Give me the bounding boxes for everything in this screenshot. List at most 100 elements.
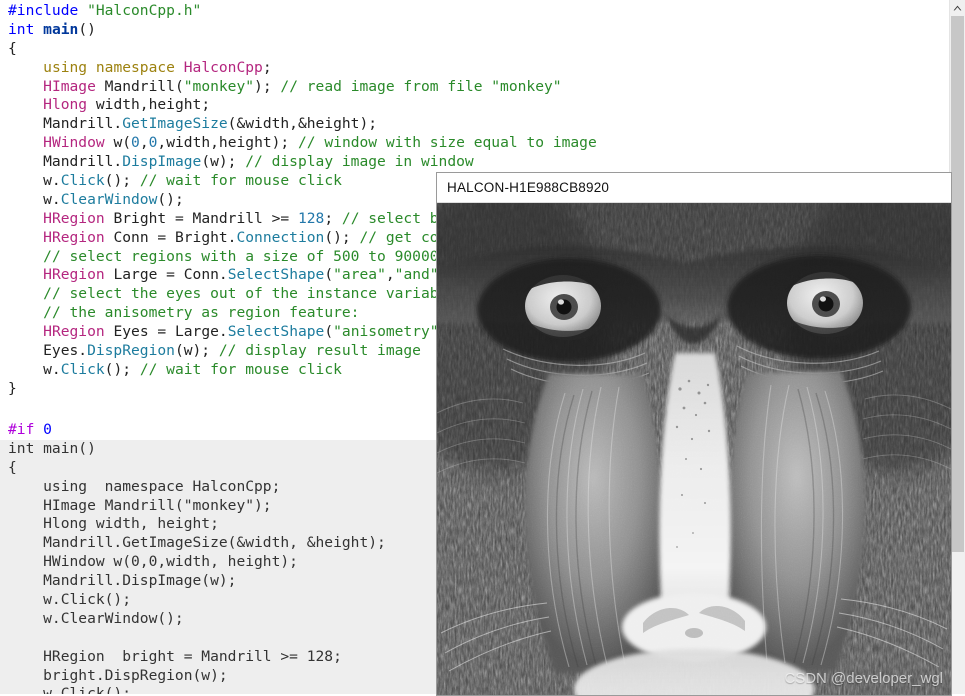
code-line[interactable]: HWindow w(0,0,width,height); // window w…	[0, 134, 950, 153]
code-token: // wait for mouse click	[139, 172, 342, 190]
halcon-graphics-window[interactable]: HALCON-H1E988CB8920 CSDN @developer_wgl	[436, 172, 952, 696]
code-token: using namespace	[43, 58, 184, 76]
code-token: );	[254, 77, 281, 95]
code-token: #include	[8, 2, 88, 19]
code-token: Mandrill.GetImageSize(&width, &height);	[8, 534, 386, 552]
code-token: "HalconCpp.h"	[87, 2, 202, 19]
code-token: HRegion	[43, 228, 105, 246]
code-token: {	[8, 39, 17, 57]
code-token: 0	[131, 134, 140, 152]
code-token: // display result image	[218, 342, 421, 360]
code-token: Mandrill.DispImage(w);	[8, 572, 237, 590]
code-token: 128	[297, 209, 325, 227]
code-token: (&width,&height);	[227, 115, 378, 133]
code-token: ,width,height);	[157, 134, 299, 152]
code-token: Hlong width, height;	[8, 515, 219, 533]
code-token: Conn = Bright.	[104, 228, 237, 246]
code-token: "monkey"	[183, 77, 255, 95]
code-token: HWindow w(0,0,width, height);	[8, 553, 298, 571]
code-token: w(	[104, 134, 132, 152]
code-token: ();	[157, 190, 184, 208]
code-token: GetImageSize	[122, 115, 228, 133]
code-line[interactable]: Mandrill.GetImageSize(&width,&height);	[0, 115, 950, 134]
code-token: width,height;	[87, 96, 211, 114]
code-token: ();	[104, 360, 140, 378]
code-token: {	[8, 458, 17, 476]
code-token: HImage	[43, 77, 96, 95]
code-token: ClearWindow	[60, 190, 158, 208]
code-token: ;	[324, 209, 342, 227]
scrollbar-thumb[interactable]	[951, 16, 964, 552]
code-token: w.Click();	[8, 591, 132, 609]
code-token: ;	[262, 58, 272, 76]
code-token: // the anisometry as region feature:	[43, 304, 360, 322]
code-token: int main()	[8, 439, 96, 457]
code-token: "area"	[333, 266, 386, 284]
code-line[interactable]: int main()	[0, 21, 950, 40]
code-token: HRegion	[43, 209, 105, 227]
code-token: ();	[104, 172, 140, 190]
code-token: ();	[324, 228, 360, 246]
code-token: // window with size equal to image	[298, 134, 597, 152]
code-token: (	[324, 266, 334, 284]
code-token: Eyes = Large.	[104, 323, 228, 341]
code-token: ,	[139, 134, 149, 152]
code-token: "anisometry"	[333, 323, 439, 341]
halcon-image-canvas[interactable]: CSDN @developer_wgl	[437, 203, 951, 695]
code-token: SelectShape	[227, 323, 325, 341]
code-token: using namespace HalconCpp;	[8, 477, 281, 495]
halcon-window-title: HALCON-H1E988CB8920	[447, 180, 610, 195]
mandrill-image	[437, 203, 951, 695]
code-token: Bright = Mandrill >=	[104, 209, 298, 227]
code-token: // read image from file "monkey"	[280, 77, 562, 95]
code-token: HRegion	[43, 323, 105, 341]
code-token: HImage Mandrill("monkey");	[8, 496, 272, 514]
code-line[interactable]: HImage Mandrill("monkey"); // read image…	[0, 78, 950, 97]
code-token: // wait for mouse click	[139, 360, 342, 378]
code-token: HalconCpp	[183, 58, 263, 76]
code-line[interactable]: {	[0, 40, 950, 59]
code-token: w.	[8, 190, 61, 208]
code-token: #if	[8, 421, 44, 438]
code-token: Mandrill.	[8, 115, 123, 133]
scroll-up-arrow-icon[interactable]	[950, 0, 965, 15]
code-token: Connection	[236, 228, 325, 246]
code-token: DispImage	[122, 153, 202, 171]
code-token: w.	[8, 360, 61, 378]
code-token: }	[8, 379, 17, 397]
code-token: Click	[60, 360, 105, 378]
code-token: (	[324, 323, 334, 341]
code-token: w.	[8, 172, 61, 190]
code-token: (w);	[201, 153, 246, 171]
code-token: w.ClearWindow();	[8, 609, 184, 627]
code-line[interactable]: using namespace HalconCpp;	[0, 59, 950, 78]
code-token: Eyes.	[8, 342, 88, 360]
code-token: SelectShape	[227, 266, 325, 284]
code-token: w.Click();	[8, 685, 132, 694]
code-token: (w);	[174, 342, 219, 360]
code-token: Large = Conn.	[104, 266, 228, 284]
code-token: HRegion bright = Mandrill >= 128;	[8, 647, 342, 665]
code-token: bright.DispRegion(w);	[8, 666, 228, 684]
code-token: ()	[78, 20, 96, 38]
code-token: ,	[385, 266, 395, 284]
code-token: Hlong	[43, 96, 88, 114]
code-line[interactable]: #include "HalconCpp.h"	[0, 2, 950, 21]
code-line[interactable]: Hlong width,height;	[0, 96, 950, 115]
code-token: DispRegion	[87, 342, 175, 360]
halcon-window-titlebar[interactable]: HALCON-H1E988CB8920	[437, 173, 951, 203]
code-token: // display image in window	[245, 153, 474, 171]
code-token: Mandrill.	[8, 153, 123, 171]
code-line[interactable]: Mandrill.DispImage(w); // display image …	[0, 153, 950, 172]
code-token: int	[8, 20, 44, 38]
